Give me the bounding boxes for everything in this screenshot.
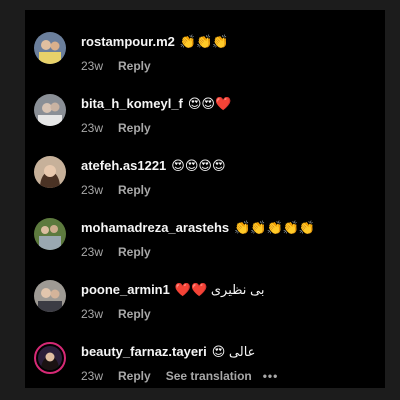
comment-item: rostampour.m2 👏👏👏 23w Reply: [25, 18, 385, 80]
see-translation-button[interactable]: See translation: [166, 369, 252, 383]
comment-timestamp[interactable]: 23w: [81, 245, 103, 259]
comment-text: 👏👏👏: [179, 34, 229, 49]
avatar[interactable]: [34, 156, 66, 188]
comment-timestamp[interactable]: 23w: [81, 183, 103, 197]
comment-text: 😍😍😍😍: [171, 158, 226, 173]
comment-username[interactable]: rostampour.m2: [81, 34, 175, 49]
avatar[interactable]: [34, 32, 66, 64]
window-frame-top: [0, 0, 400, 10]
window-frame-right: [385, 0, 400, 400]
reply-button[interactable]: Reply: [118, 307, 151, 321]
comment-item: atefeh.as1221 😍😍😍😍 23w Reply: [25, 142, 385, 204]
reply-button[interactable]: Reply: [118, 245, 151, 259]
comment-username[interactable]: poone_armin1: [81, 282, 170, 297]
comment-timestamp[interactable]: 23w: [81, 121, 103, 135]
reply-button[interactable]: Reply: [118, 59, 151, 73]
reply-button[interactable]: Reply: [118, 121, 151, 135]
comment-text: 😍😍❤️: [187, 96, 232, 111]
comment-username[interactable]: beauty_farnaz.tayeri: [81, 344, 207, 359]
more-options-icon[interactable]: •••: [263, 369, 279, 383]
comment-timestamp[interactable]: 23w: [81, 369, 103, 383]
avatar[interactable]: [34, 218, 66, 250]
avatar[interactable]: [34, 280, 66, 312]
reply-button[interactable]: Reply: [118, 369, 151, 383]
comment-item: mohamadreza_arastehs 👏👏👏👏👏 23w Reply: [25, 204, 385, 266]
comment-text: ❤️❤️ بی نظیری: [174, 282, 265, 297]
avatar[interactable]: [34, 94, 66, 126]
comment-username[interactable]: bita_h_komeyl_f: [81, 96, 183, 111]
comment-text: 😍 عالی: [211, 344, 256, 359]
comment-item: poone_armin1 ❤️❤️ بی نظیری 23w Reply: [25, 266, 385, 328]
reply-button[interactable]: Reply: [118, 183, 151, 197]
comment-item: bita_h_komeyl_f 😍😍❤️ 23w Reply: [25, 80, 385, 142]
comment-timestamp[interactable]: 23w: [81, 59, 103, 73]
comment-text: 👏👏👏👏👏: [234, 220, 316, 235]
comment-username[interactable]: atefeh.as1221: [81, 158, 166, 173]
comment-item: beauty_farnaz.tayeri 😍 عالی 23w Reply See t…: [25, 328, 385, 388]
window-frame-left: [0, 0, 25, 400]
comments-panel[interactable]: rostampour.m2 👏👏👏 23w Reply bita_h_komeyl_…: [25, 10, 385, 388]
window-frame-bottom: [0, 388, 400, 400]
avatar-with-story-ring[interactable]: [34, 342, 66, 374]
comment-timestamp[interactable]: 23w: [81, 307, 103, 321]
comment-username[interactable]: mohamadreza_arastehs: [81, 220, 229, 235]
